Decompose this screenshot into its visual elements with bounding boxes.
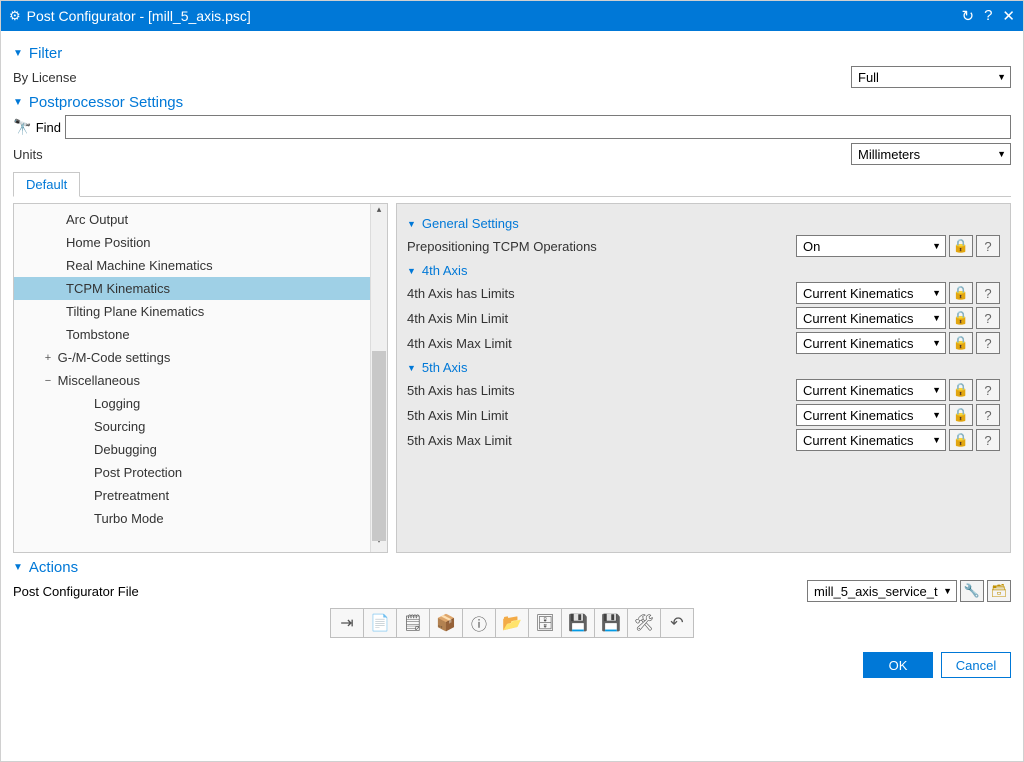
find-input[interactable] [65,115,1011,139]
notes-icon[interactable]: 🗒 [396,608,430,638]
a4-limits-select[interactable]: Current Kinematics▼ [796,282,946,304]
pc-file-label: Post Configurator File [13,584,807,599]
lock-icon[interactable]: 🔒 [949,282,973,304]
properties-panel: ▼General Settings Prepositioning TCPM Op… [396,203,1011,553]
tabstrip: Default [13,171,1011,197]
group-general[interactable]: ▼General Settings [407,216,1000,231]
lock-icon[interactable]: 🔒 [949,235,973,257]
lock-icon[interactable]: 🔒 [949,429,973,451]
tree-item-misc[interactable]: − Miscellaneous [14,369,370,392]
license-select[interactable]: Full▼ [851,66,1011,88]
chevron-down-icon: ▼ [13,562,23,573]
save-over-icon[interactable]: 🗄 [528,608,562,638]
tree-item-tcpm[interactable]: TCPM Kinematics [14,277,370,300]
actions-header[interactable]: ▼ Actions [13,559,1011,576]
tree-item-post-protection[interactable]: Post Protection [14,461,370,484]
ok-button[interactable]: OK [863,652,933,678]
gear-icon: ⚙ [9,8,21,24]
minus-icon: − [42,375,54,387]
chevron-down-icon: ▼ [997,149,1006,159]
prepositioning-label: Prepositioning TCPM Operations [407,239,796,254]
tree-scrollbar[interactable]: ▴ ▾ [370,204,387,552]
chevron-down-icon: ▼ [13,48,23,59]
plus-icon: + [42,352,54,364]
close-icon[interactable]: ✕ [1002,7,1015,25]
tree-item-tilting[interactable]: Tilting Plane Kinematics [14,300,370,323]
refresh-icon[interactable]: ↻ [962,7,975,25]
help-icon[interactable]: ? [976,379,1000,401]
tree-item-arc-output[interactable]: Arc Output [14,208,370,231]
help-icon[interactable]: ? [976,404,1000,426]
tree-item-pretreatment[interactable]: Pretreatment [14,484,370,507]
window-title: Post Configurator - [mill_5_axis.psc] [27,8,962,24]
undo-icon[interactable]: ↶ [660,608,694,638]
save-as-icon[interactable]: 💾 [594,608,628,638]
scroll-up-icon: ▴ [371,204,387,221]
chevron-down-icon: ▼ [407,266,416,276]
pc-file-select[interactable]: mill_5_axis_service_t…▼ [807,580,957,602]
tree-item-debugging[interactable]: Debugging [14,438,370,461]
chevron-down-icon: ▼ [407,219,416,229]
prepositioning-select[interactable]: On▼ [796,235,946,257]
find-label: Find [36,120,61,135]
units-label: Units [13,147,851,162]
pp-settings-header[interactable]: ▼ Postprocessor Settings [13,94,1011,111]
tree-item-home-position[interactable]: Home Position [14,231,370,254]
toolbar: ⇥ 📄 🗒 📦 ⓘ 📂 🗄 💾 💾 🛠 ↶ [13,608,1011,638]
binoculars-icon: 🔭 [13,118,32,136]
a4-max-select[interactable]: Current Kinematics▼ [796,332,946,354]
tree-item-tombstone[interactable]: Tombstone [14,323,370,346]
a5-max-select[interactable]: Current Kinematics▼ [796,429,946,451]
help-icon[interactable]: ? [976,235,1000,257]
help-icon[interactable]: ? [976,429,1000,451]
chevron-down-icon: ▼ [13,97,23,108]
export-icon[interactable]: ⇥ [330,608,364,638]
lock-icon[interactable]: 🔒 [949,379,973,401]
package-icon[interactable]: 📦 [429,608,463,638]
help-icon[interactable]: ? [976,307,1000,329]
chevron-down-icon: ▼ [997,72,1006,82]
a5-min-select[interactable]: Current Kinematics▼ [796,404,946,426]
group-4th-axis[interactable]: ▼4th Axis [407,263,1000,278]
tree-item-sourcing[interactable]: Sourcing [14,415,370,438]
chevron-down-icon: ▼ [407,363,416,373]
titlebar: ⚙ Post Configurator - [mill_5_axis.psc] … [1,1,1023,31]
info-icon[interactable]: ⓘ [462,608,496,638]
help-icon[interactable]: ? [976,332,1000,354]
def-file-icon[interactable]: 📄 [363,608,397,638]
group-5th-axis[interactable]: ▼5th Axis [407,360,1000,375]
tree-item-gm[interactable]: + G-/M-Code settings [14,346,370,369]
tree-panel: Arc Output Home Position Real Machine Ki… [13,203,388,553]
a4-min-select[interactable]: Current Kinematics▼ [796,307,946,329]
tree-item-turbo[interactable]: Turbo Mode [14,507,370,530]
tree-item-logging[interactable]: Logging [14,392,370,415]
help-icon[interactable]: ? [984,7,992,25]
tree-item-real-machine[interactable]: Real Machine Kinematics [14,254,370,277]
tool-icon[interactable]: 🛠 [627,608,661,638]
by-license-label: By License [13,70,851,85]
wrench-icon[interactable]: 🔧 [960,580,984,602]
database-icon[interactable]: 🗃 [987,580,1011,602]
help-icon[interactable]: ? [976,282,1000,304]
open-folder-icon[interactable]: 📂 [495,608,529,638]
cancel-button[interactable]: Cancel [941,652,1011,678]
tab-default[interactable]: Default [13,172,80,197]
lock-icon[interactable]: 🔒 [949,332,973,354]
lock-icon[interactable]: 🔒 [949,404,973,426]
filter-header[interactable]: ▼ Filter [13,45,1011,62]
a5-limits-select[interactable]: Current Kinematics▼ [796,379,946,401]
save-icon[interactable]: 💾 [561,608,595,638]
units-select[interactable]: Millimeters▼ [851,143,1011,165]
lock-icon[interactable]: 🔒 [949,307,973,329]
